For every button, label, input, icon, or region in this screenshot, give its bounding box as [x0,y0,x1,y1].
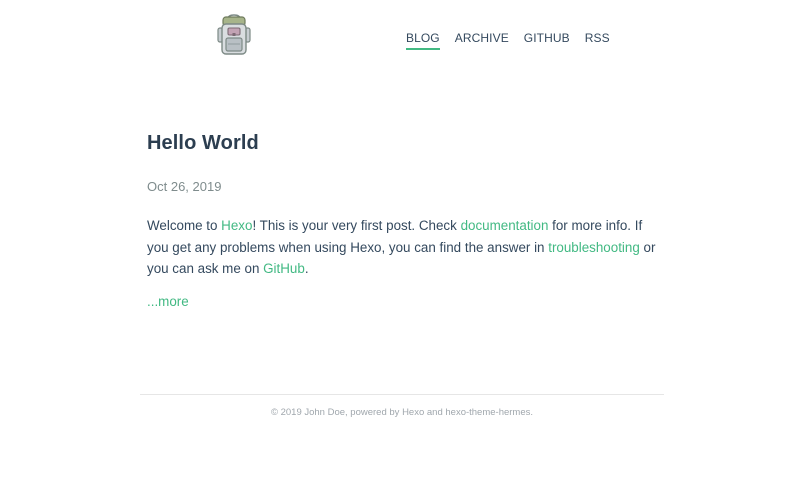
nav-archive[interactable]: ARCHIVE [455,31,509,50]
excerpt-text-1: Welcome to [147,218,222,233]
documentation-link[interactable]: documentation [461,218,549,233]
more-container: ...more [147,293,657,311]
github-link[interactable]: GitHub [263,261,305,276]
post-entry: Hello World Oct 26, 2019 Welcome to Hexo… [147,128,657,311]
excerpt-text-2: ! This is your very first post. Check [252,218,461,233]
troubleshooting-link[interactable]: troubleshooting [548,240,640,255]
nav-rss[interactable]: RSS [585,31,610,50]
backpack-icon[interactable] [216,14,252,56]
post-excerpt: Welcome to Hexo! This is your very first… [147,215,657,280]
footer-text: © 2019 John Doe, powered by Hexo and hex… [270,407,534,418]
excerpt-text-5: . [304,261,309,276]
nav-github[interactable]: GITHUB [524,31,570,50]
site-header: BLOG ARCHIVE GITHUB RSS [0,0,800,80]
site-footer: © 2019 John Doe, powered by Hexo and hex… [140,407,664,419]
post-date: Oct 26, 2019 [147,179,222,194]
post-title[interactable]: Hello World [147,128,657,158]
footer-divider [140,394,664,395]
main-nav: BLOG ARCHIVE GITHUB RSS [406,31,610,50]
nav-blog[interactable]: BLOG [406,31,440,50]
hexo-link[interactable]: Hexo [221,218,252,233]
read-more-link[interactable]: ...more [147,294,189,309]
